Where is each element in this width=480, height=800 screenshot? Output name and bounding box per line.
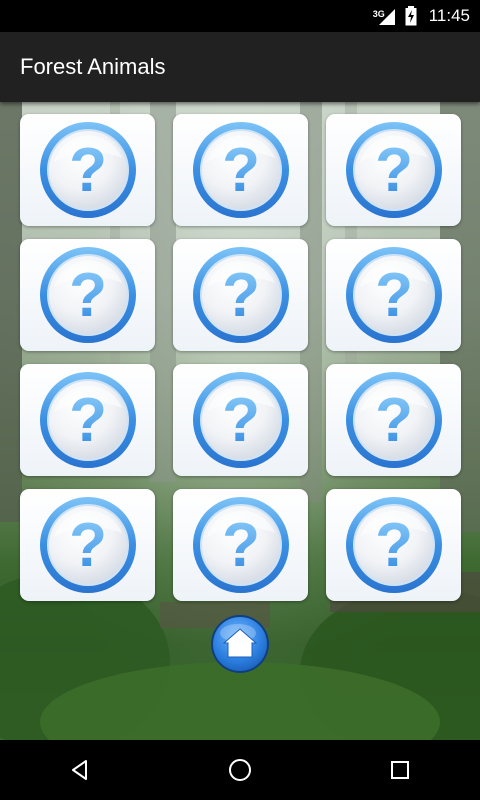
recents-icon <box>391 761 409 779</box>
memory-card[interactable] <box>20 364 155 476</box>
question-mark-icon <box>342 118 446 222</box>
clock: 11:45 <box>428 6 470 25</box>
battery-charging-icon <box>405 6 417 26</box>
memory-card[interactable] <box>326 114 461 226</box>
memory-card[interactable] <box>173 239 308 351</box>
question-mark-icon <box>342 243 446 347</box>
app-bar: Forest Animals <box>0 32 480 102</box>
question-mark-icon <box>36 368 140 472</box>
memory-card[interactable] <box>173 489 308 601</box>
question-mark-icon <box>342 493 446 597</box>
memory-card[interactable] <box>326 364 461 476</box>
home-circle-icon <box>229 759 251 781</box>
memory-card[interactable] <box>326 489 461 601</box>
navigation-bar <box>0 740 480 800</box>
question-mark-icon <box>189 118 293 222</box>
recents-button[interactable] <box>370 746 430 794</box>
page-title: Forest Animals <box>20 54 166 79</box>
memory-card[interactable] <box>173 114 308 226</box>
question-mark-icon <box>189 493 293 597</box>
home-nav-button[interactable] <box>210 746 270 794</box>
back-icon <box>72 760 87 780</box>
home-button[interactable] <box>210 614 270 674</box>
question-mark-icon <box>36 243 140 347</box>
memory-card[interactable] <box>173 364 308 476</box>
back-button[interactable] <box>50 746 110 794</box>
memory-card[interactable] <box>20 239 155 351</box>
memory-card[interactable] <box>20 114 155 226</box>
status-bar: 3G 11:45 <box>0 0 480 32</box>
question-mark-icon <box>36 493 140 597</box>
question-mark-icon <box>189 243 293 347</box>
game-board <box>0 102 480 740</box>
cards-grid <box>20 114 461 601</box>
status-icons: 3G 11:45 <box>373 0 470 32</box>
memory-card[interactable] <box>20 489 155 601</box>
signal-icon: 3G <box>373 6 397 26</box>
memory-card[interactable] <box>326 239 461 351</box>
home-icon <box>211 615 269 673</box>
question-mark-icon <box>342 368 446 472</box>
question-mark-icon <box>189 368 293 472</box>
question-mark-icon <box>36 118 140 222</box>
